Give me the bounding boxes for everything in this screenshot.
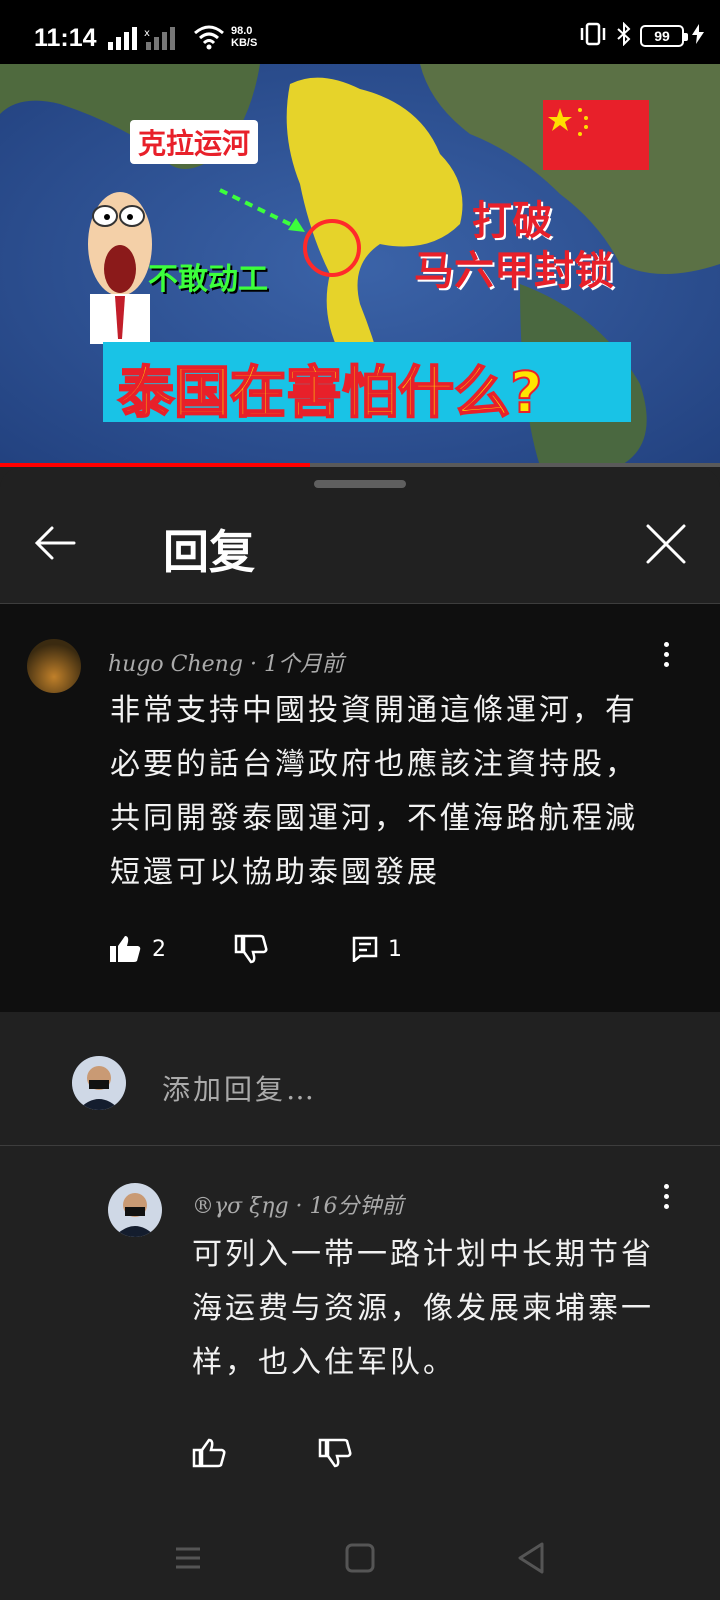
thumbs-down-outline-icon (318, 1438, 352, 1468)
like-button[interactable]: 2 (108, 934, 166, 964)
back-nav-button[interactable] (512, 1538, 552, 1578)
reply-more-options-icon[interactable] (656, 1176, 676, 1216)
network-speed-value: 98.0 (231, 25, 253, 37)
add-reply-divider (0, 1145, 720, 1146)
network-speed-unit: KB/S (231, 37, 258, 49)
like-count: 2 (152, 936, 166, 962)
video-label-break-2: 马六甲封锁 (414, 248, 614, 294)
add-reply-input[interactable]: 添加回复… (162, 1068, 317, 1108)
page-title: 回复 (163, 525, 255, 579)
dislike-button[interactable] (234, 934, 268, 964)
close-button[interactable] (640, 518, 692, 570)
video-progress-bar[interactable] (0, 463, 720, 467)
vibrate-icon (578, 22, 608, 50)
video-player[interactable]: 克拉运河 不敢动工 打破 马六甲封锁 泰国在害怕什么? (0, 64, 720, 466)
home-square-icon (345, 1543, 375, 1573)
thumbs-down-icon (234, 934, 268, 964)
menu-button[interactable] (168, 1538, 208, 1578)
sheet-header: 回复 (0, 488, 720, 588)
meta-separator: · (295, 1194, 310, 1219)
reply-time: 16分钟前 (309, 1194, 404, 1219)
battery-level: 99 (654, 28, 670, 44)
comment-time: 1个月前 (263, 652, 344, 677)
menu-icon (176, 1547, 200, 1569)
network-speed: 98.0 KB/S (231, 25, 257, 49)
reply-meta: ®γσ ξηg · 16分钟前 (192, 1188, 404, 1220)
reply-dislike-button[interactable] (318, 1438, 352, 1468)
comment-author[interactable]: hugo Cheng (108, 652, 243, 677)
charging-icon (692, 24, 704, 48)
back-button[interactable] (30, 518, 80, 568)
reply-author[interactable]: ®γσ ξηg (192, 1194, 289, 1219)
arrow-left-icon (34, 526, 76, 560)
battery-icon: 99 (640, 25, 688, 47)
avatar[interactable] (27, 639, 81, 693)
video-progress-fill (0, 463, 310, 467)
signal-icon: x (108, 26, 178, 56)
thumbs-up-icon (110, 936, 141, 962)
home-button[interactable] (340, 1538, 380, 1578)
bluetooth-icon (616, 21, 632, 50)
status-bar: 11:14 x 98.0 KB/S 99 (0, 0, 720, 64)
meta-separator: · (249, 652, 264, 677)
reply-count-button[interactable]: 1 (352, 936, 402, 962)
svg-text:x: x (144, 28, 150, 39)
video-label-canal: 克拉运河 (130, 120, 259, 164)
thumbs-up-outline-icon (192, 1438, 226, 1468)
wifi-icon (193, 24, 225, 54)
video-banner-text: 泰国在害怕什么? (117, 360, 543, 427)
reply-avatar[interactable] (108, 1183, 162, 1237)
status-right: 99 (578, 21, 704, 50)
system-navigation-bar (0, 1510, 720, 1600)
my-avatar (72, 1056, 126, 1110)
reply-like-button[interactable] (192, 1438, 226, 1468)
video-label-dare: 不敢动工 (148, 262, 268, 297)
reply-text: 可列入一带一路计划中长期节省海运费与资源，像发展柬埔寨一样，也入住军队。 (192, 1237, 654, 1380)
replies-sheet: 回复 hugo Cheng · 1个月前 非常支持中國投資開通這條運河，有必要的… (0, 468, 720, 1600)
back-triangle-icon (518, 1542, 544, 1574)
more-options-icon[interactable] (656, 634, 676, 674)
drag-handle[interactable] (314, 480, 406, 488)
cartoon-face-icon (88, 192, 152, 344)
status-time: 11:14 (34, 24, 97, 52)
comment-icon (352, 936, 378, 962)
comment-meta: hugo Cheng · 1个月前 (108, 646, 344, 678)
reply-count: 1 (388, 936, 402, 962)
parent-comment: hugo Cheng · 1个月前 非常支持中國投資開通這條運河，有必要的話台灣… (0, 604, 720, 1012)
close-icon (646, 524, 686, 564)
comment-text: 非常支持中國投資開通這條運河，有必要的話台灣政府也應該注資持股，共同開發泰國運河… (110, 693, 638, 890)
